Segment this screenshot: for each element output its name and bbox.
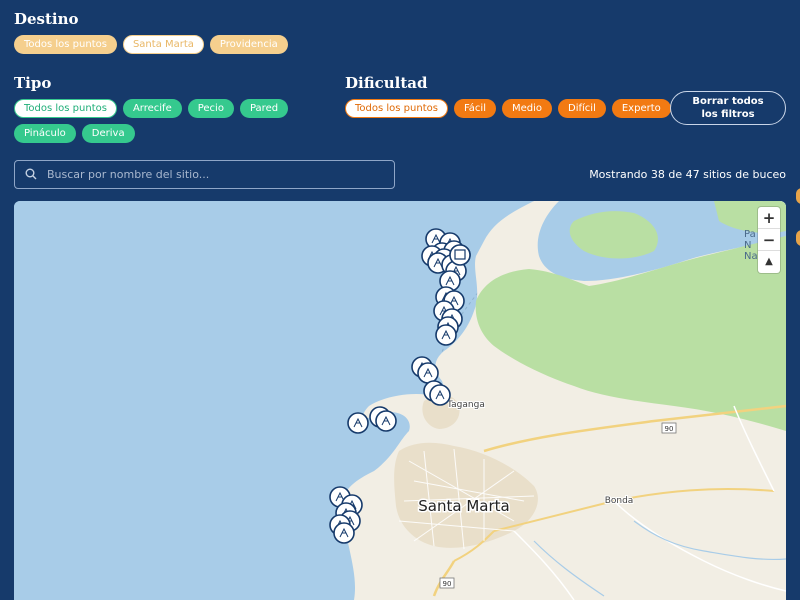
dive-site-marker[interactable]	[435, 324, 457, 346]
search-box	[14, 160, 395, 189]
tipo-chip-pecio[interactable]: Pecio	[187, 99, 234, 118]
dive-site-marker[interactable]	[347, 412, 369, 434]
dive-site-marker[interactable]	[417, 362, 439, 384]
map-label-santa-marta: Santa Marta	[418, 497, 509, 515]
tipo-chips: Todos los puntos Arrecife Pecio Pared Pi…	[14, 99, 294, 143]
clear-filters-button[interactable]: Borrar todos los filtros	[670, 91, 786, 125]
zoom-in-button[interactable]: +	[758, 207, 780, 229]
dive-site-marker[interactable]	[333, 522, 355, 544]
road-label-90-a: 90	[665, 425, 674, 433]
destino-chip-santa-marta[interactable]: Santa Marta	[122, 35, 204, 54]
dificultad-title: Dificultad	[345, 74, 428, 92]
map-label-taganga: Taganga	[446, 400, 485, 410]
tipo-chip-pared[interactable]: Pared	[239, 99, 289, 118]
search-icon	[25, 165, 37, 184]
tipo-chip-todos[interactable]: Todos los puntos	[14, 99, 117, 118]
tipo-chip-arrecife[interactable]: Arrecife	[122, 99, 182, 118]
dive-sites-map[interactable]: 90 90 Santa Marta Taganga Bonda Pa N Na …	[14, 201, 786, 600]
tipo-title: Tipo	[14, 74, 52, 92]
dificultad-chip-medio[interactable]: Medio	[501, 99, 553, 118]
dificultad-chip-dificil[interactable]: Difícil	[558, 99, 606, 118]
dificultad-chip-experto[interactable]: Experto	[611, 99, 671, 118]
dive-site-marker[interactable]	[429, 384, 451, 406]
search-input[interactable]	[47, 168, 367, 181]
results-count: Mostrando 38 de 47 sitios de buceo	[589, 168, 786, 181]
side-edge-dot	[796, 230, 800, 246]
tipo-chip-deriva[interactable]: Deriva	[81, 124, 135, 143]
map-label-park-2: N	[744, 240, 751, 251]
zoom-controls: + − ▲	[758, 207, 780, 273]
destino-chip-todos[interactable]: Todos los puntos	[14, 35, 117, 54]
map-label-park-1: Pa	[744, 229, 756, 240]
zoom-out-button[interactable]: −	[758, 229, 780, 251]
destino-chip-providencia[interactable]: Providencia	[209, 35, 288, 54]
dive-site-marker[interactable]	[375, 410, 397, 432]
map-label-bonda: Bonda	[605, 496, 634, 506]
side-edge-dot	[796, 188, 800, 204]
map-canvas[interactable]: 90 90 Santa Marta Taganga Bonda Pa N Na …	[14, 201, 786, 600]
road-label-90-b: 90	[443, 580, 452, 588]
tipo-chip-pinaculo[interactable]: Pináculo	[14, 124, 76, 143]
dificultad-chip-facil[interactable]: Fácil	[453, 99, 496, 118]
dificultad-chips: Todos los puntos Fácil Medio Difícil Exp…	[345, 99, 671, 118]
dive-site-marker[interactable]	[449, 244, 471, 266]
destino-chips: Todos los puntos Santa Marta Providencia	[14, 35, 288, 54]
reset-north-button[interactable]: ▲	[758, 251, 780, 273]
destino-title: Destino	[14, 10, 79, 28]
dificultad-chip-todos[interactable]: Todos los puntos	[345, 99, 448, 118]
